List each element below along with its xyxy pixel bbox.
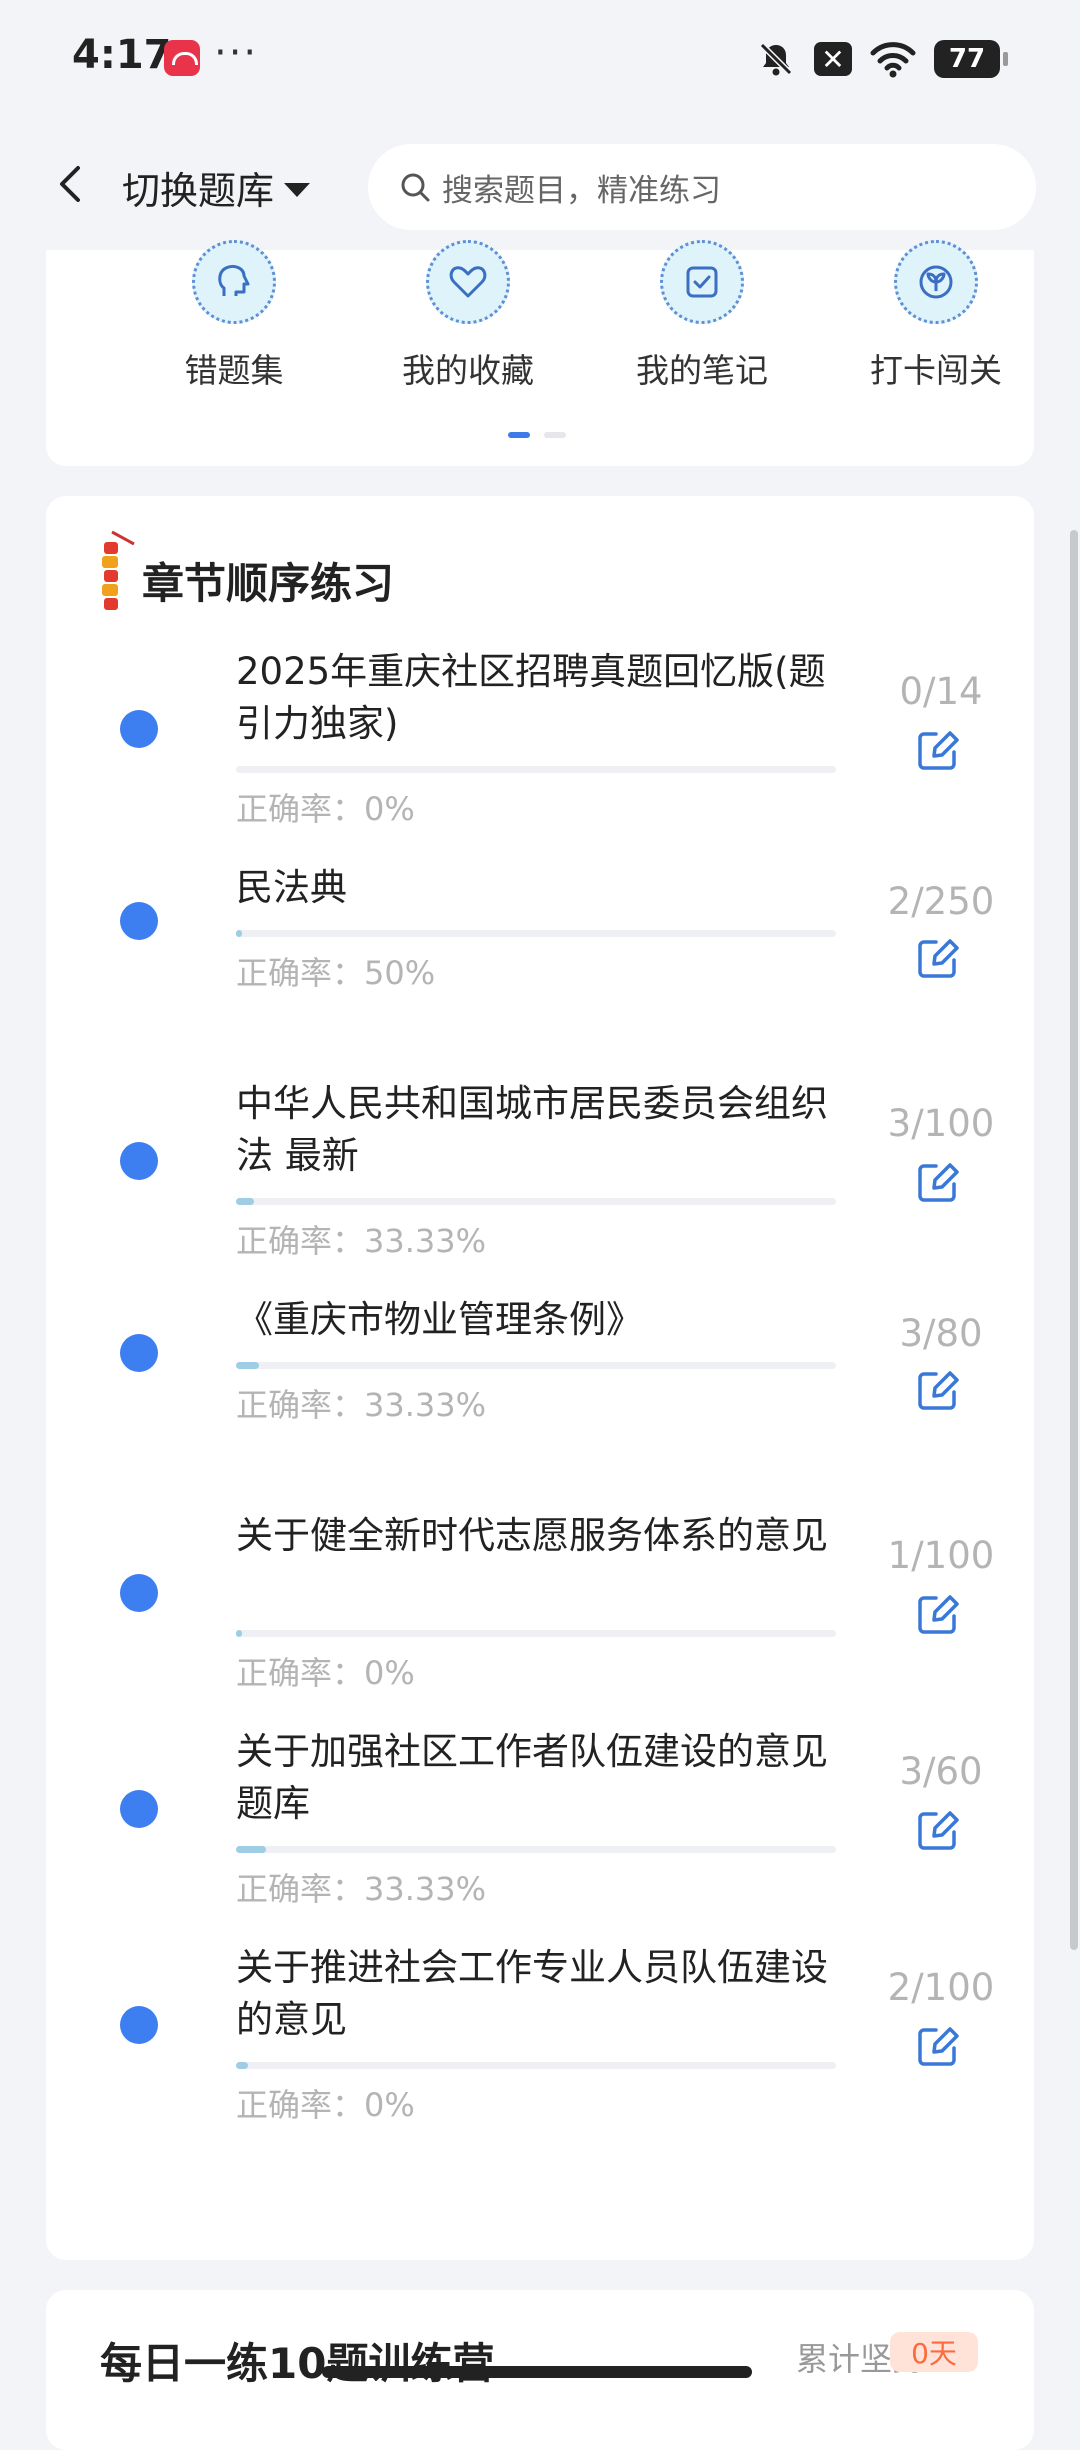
switch-bank-label: 切换题库	[122, 169, 275, 213]
accuracy-label: 正确率：0%	[236, 790, 415, 828]
edit-icon[interactable]	[914, 726, 962, 774]
chapter-bullet-icon	[120, 1790, 158, 1828]
wifi-icon	[870, 42, 916, 78]
progress-fill	[236, 1630, 242, 1637]
chapter-title: 《重庆市物业管理条例》	[236, 1298, 643, 1341]
status-icons: ✕ 77	[756, 34, 1008, 84]
chapter-item[interactable]: 2025年重庆社区招聘真题回忆版(题引力独家) 正确率：0% 0/14	[46, 646, 1034, 862]
caret-down-icon	[284, 182, 311, 197]
chapter-title: 关于健全新时代志愿服务体系的意见	[236, 1514, 828, 1557]
chapter-item[interactable]: 民法典正确率：50% 2/250	[46, 862, 1034, 1078]
bell-off-icon	[759, 42, 793, 76]
chapter-bullet-icon	[120, 1574, 158, 1612]
tool-label: 我的笔记	[636, 351, 768, 390]
progress-count: 1/100	[887, 1534, 995, 1577]
chapter-bullet-icon	[120, 2006, 158, 2044]
switch-question-bank-button[interactable]: 切换题库	[122, 160, 311, 215]
accuracy-label: 正确率：0%	[236, 2086, 415, 2124]
progress-bar	[236, 1198, 836, 1205]
progress-count: 3/100	[887, 1102, 995, 1145]
close-box-icon: ✕	[814, 42, 852, 76]
progress-bar	[236, 2062, 836, 2069]
accuracy-label: 正确率：33.33%	[236, 1222, 487, 1260]
streak-badge: 0天	[890, 2332, 978, 2372]
top-bar: 切换题库 搜索题目，精准练习	[0, 120, 1080, 250]
chapter-title: 关于推进社会工作专业人员队伍建设的意见	[236, 1946, 828, 2041]
chapter-item[interactable]: 《重庆市物业管理条例》正确率：33.33% 3/80	[46, 1294, 1034, 1510]
accuracy-label: 正确率：50%	[236, 954, 436, 992]
back-arrow-icon[interactable]	[44, 156, 100, 212]
chapter-title: 民法典	[236, 866, 347, 909]
edit-icon[interactable]	[914, 2022, 962, 2070]
chapter-title: 2025年重庆社区招聘真题回忆版(题引力独家)	[236, 650, 826, 745]
progress-fill	[236, 1198, 254, 1205]
progress-bar	[236, 1846, 836, 1853]
progress-fill	[236, 1846, 266, 1853]
chapter-item[interactable]: 关于健全新时代志愿服务体系的意见正确率：0% 1/100	[46, 1510, 1034, 1726]
progress-count: 0/14	[899, 670, 983, 713]
progress-bar	[236, 1362, 836, 1369]
page-dot	[544, 432, 566, 438]
tool-label: 打卡闯关	[870, 351, 1002, 390]
progress-bar	[236, 1630, 836, 1637]
chapter-bullet-icon	[120, 1334, 158, 1372]
sprout-icon	[894, 240, 978, 324]
search-placeholder: 搜索题目，精准练习	[442, 172, 721, 209]
chapter-title: 中华人民共和国城市居民委员会组织法 最新	[236, 1082, 828, 1177]
progress-count: 3/80	[899, 1312, 983, 1355]
more-notifications-icon: ···	[214, 30, 259, 76]
status-time: 4:17	[72, 32, 172, 78]
progress-bar	[236, 930, 836, 937]
head-icon	[192, 240, 276, 324]
edit-icon[interactable]	[914, 1590, 962, 1638]
battery-icon: 77	[934, 40, 1008, 78]
daily-section-title: 每日一练10题训练营	[100, 2339, 495, 2388]
tool-label: 我的收藏	[402, 351, 534, 390]
chapter-practice-card: 章节顺序练习 2025年重庆社区招聘真题回忆版(题引力独家) 正确率：0% 0/14…	[46, 496, 1034, 2260]
progress-count: 2/250	[887, 880, 995, 923]
progress-fill	[236, 930, 242, 937]
section-title: 章节顺序练习	[142, 559, 395, 608]
tools-card: 错题集 我的收藏 我的笔记 打卡闯关	[46, 240, 1036, 466]
gesture-bar[interactable]	[322, 2366, 752, 2378]
heart-icon	[426, 240, 510, 324]
status-bar: 4:17 ··· ✕ 77	[0, 0, 1080, 120]
progress-count: 3/60	[899, 1750, 983, 1793]
tool-favorites[interactable]: 我的收藏	[368, 240, 568, 392]
progress-fill	[236, 1362, 259, 1369]
search-icon	[401, 173, 430, 202]
chapter-item[interactable]: 关于推进社会工作专业人员队伍建设的意见正确率：0% 2/100	[46, 1942, 1034, 2158]
chapter-item[interactable]: 关于加强社区工作者队伍建设的意见题库正确率：33.33% 3/60	[46, 1726, 1034, 1942]
note-check-icon	[660, 240, 744, 324]
edit-icon[interactable]	[914, 1158, 962, 1206]
page-dot-active	[508, 432, 530, 438]
accuracy-label: 正确率：0%	[236, 1654, 415, 1692]
progress-fill	[236, 2062, 248, 2069]
edit-icon[interactable]	[914, 934, 962, 982]
search-input[interactable]: 搜索题目，精准练习	[368, 144, 1036, 230]
scrollbar[interactable]	[1070, 530, 1078, 1950]
firecracker-icon	[102, 530, 135, 610]
chapter-item[interactable]: 中华人民共和国城市居民委员会组织法 最新正确率：33.33% 3/100	[46, 1078, 1034, 1294]
progress-count: 2/100	[887, 1966, 995, 2009]
tool-notes[interactable]: 我的笔记	[602, 240, 802, 392]
page-indicator	[508, 432, 566, 438]
chapter-title: 关于加强社区工作者队伍建设的意见题库	[236, 1730, 828, 1825]
chapter-bullet-icon	[120, 710, 158, 748]
progress-bar	[236, 766, 836, 773]
accuracy-label: 正确率：33.33%	[236, 1870, 487, 1908]
chapter-bullet-icon	[120, 902, 158, 940]
tool-checkin[interactable]: 打卡闯关	[836, 240, 1036, 392]
edit-icon[interactable]	[914, 1366, 962, 1414]
chapter-bullet-icon	[120, 1142, 158, 1180]
app-notification-icon	[164, 40, 200, 76]
tool-wrong-questions[interactable]: 错题集	[134, 240, 334, 392]
tool-label: 错题集	[184, 351, 284, 390]
edit-icon[interactable]	[914, 1806, 962, 1854]
accuracy-label: 正确率：33.33%	[236, 1386, 487, 1424]
